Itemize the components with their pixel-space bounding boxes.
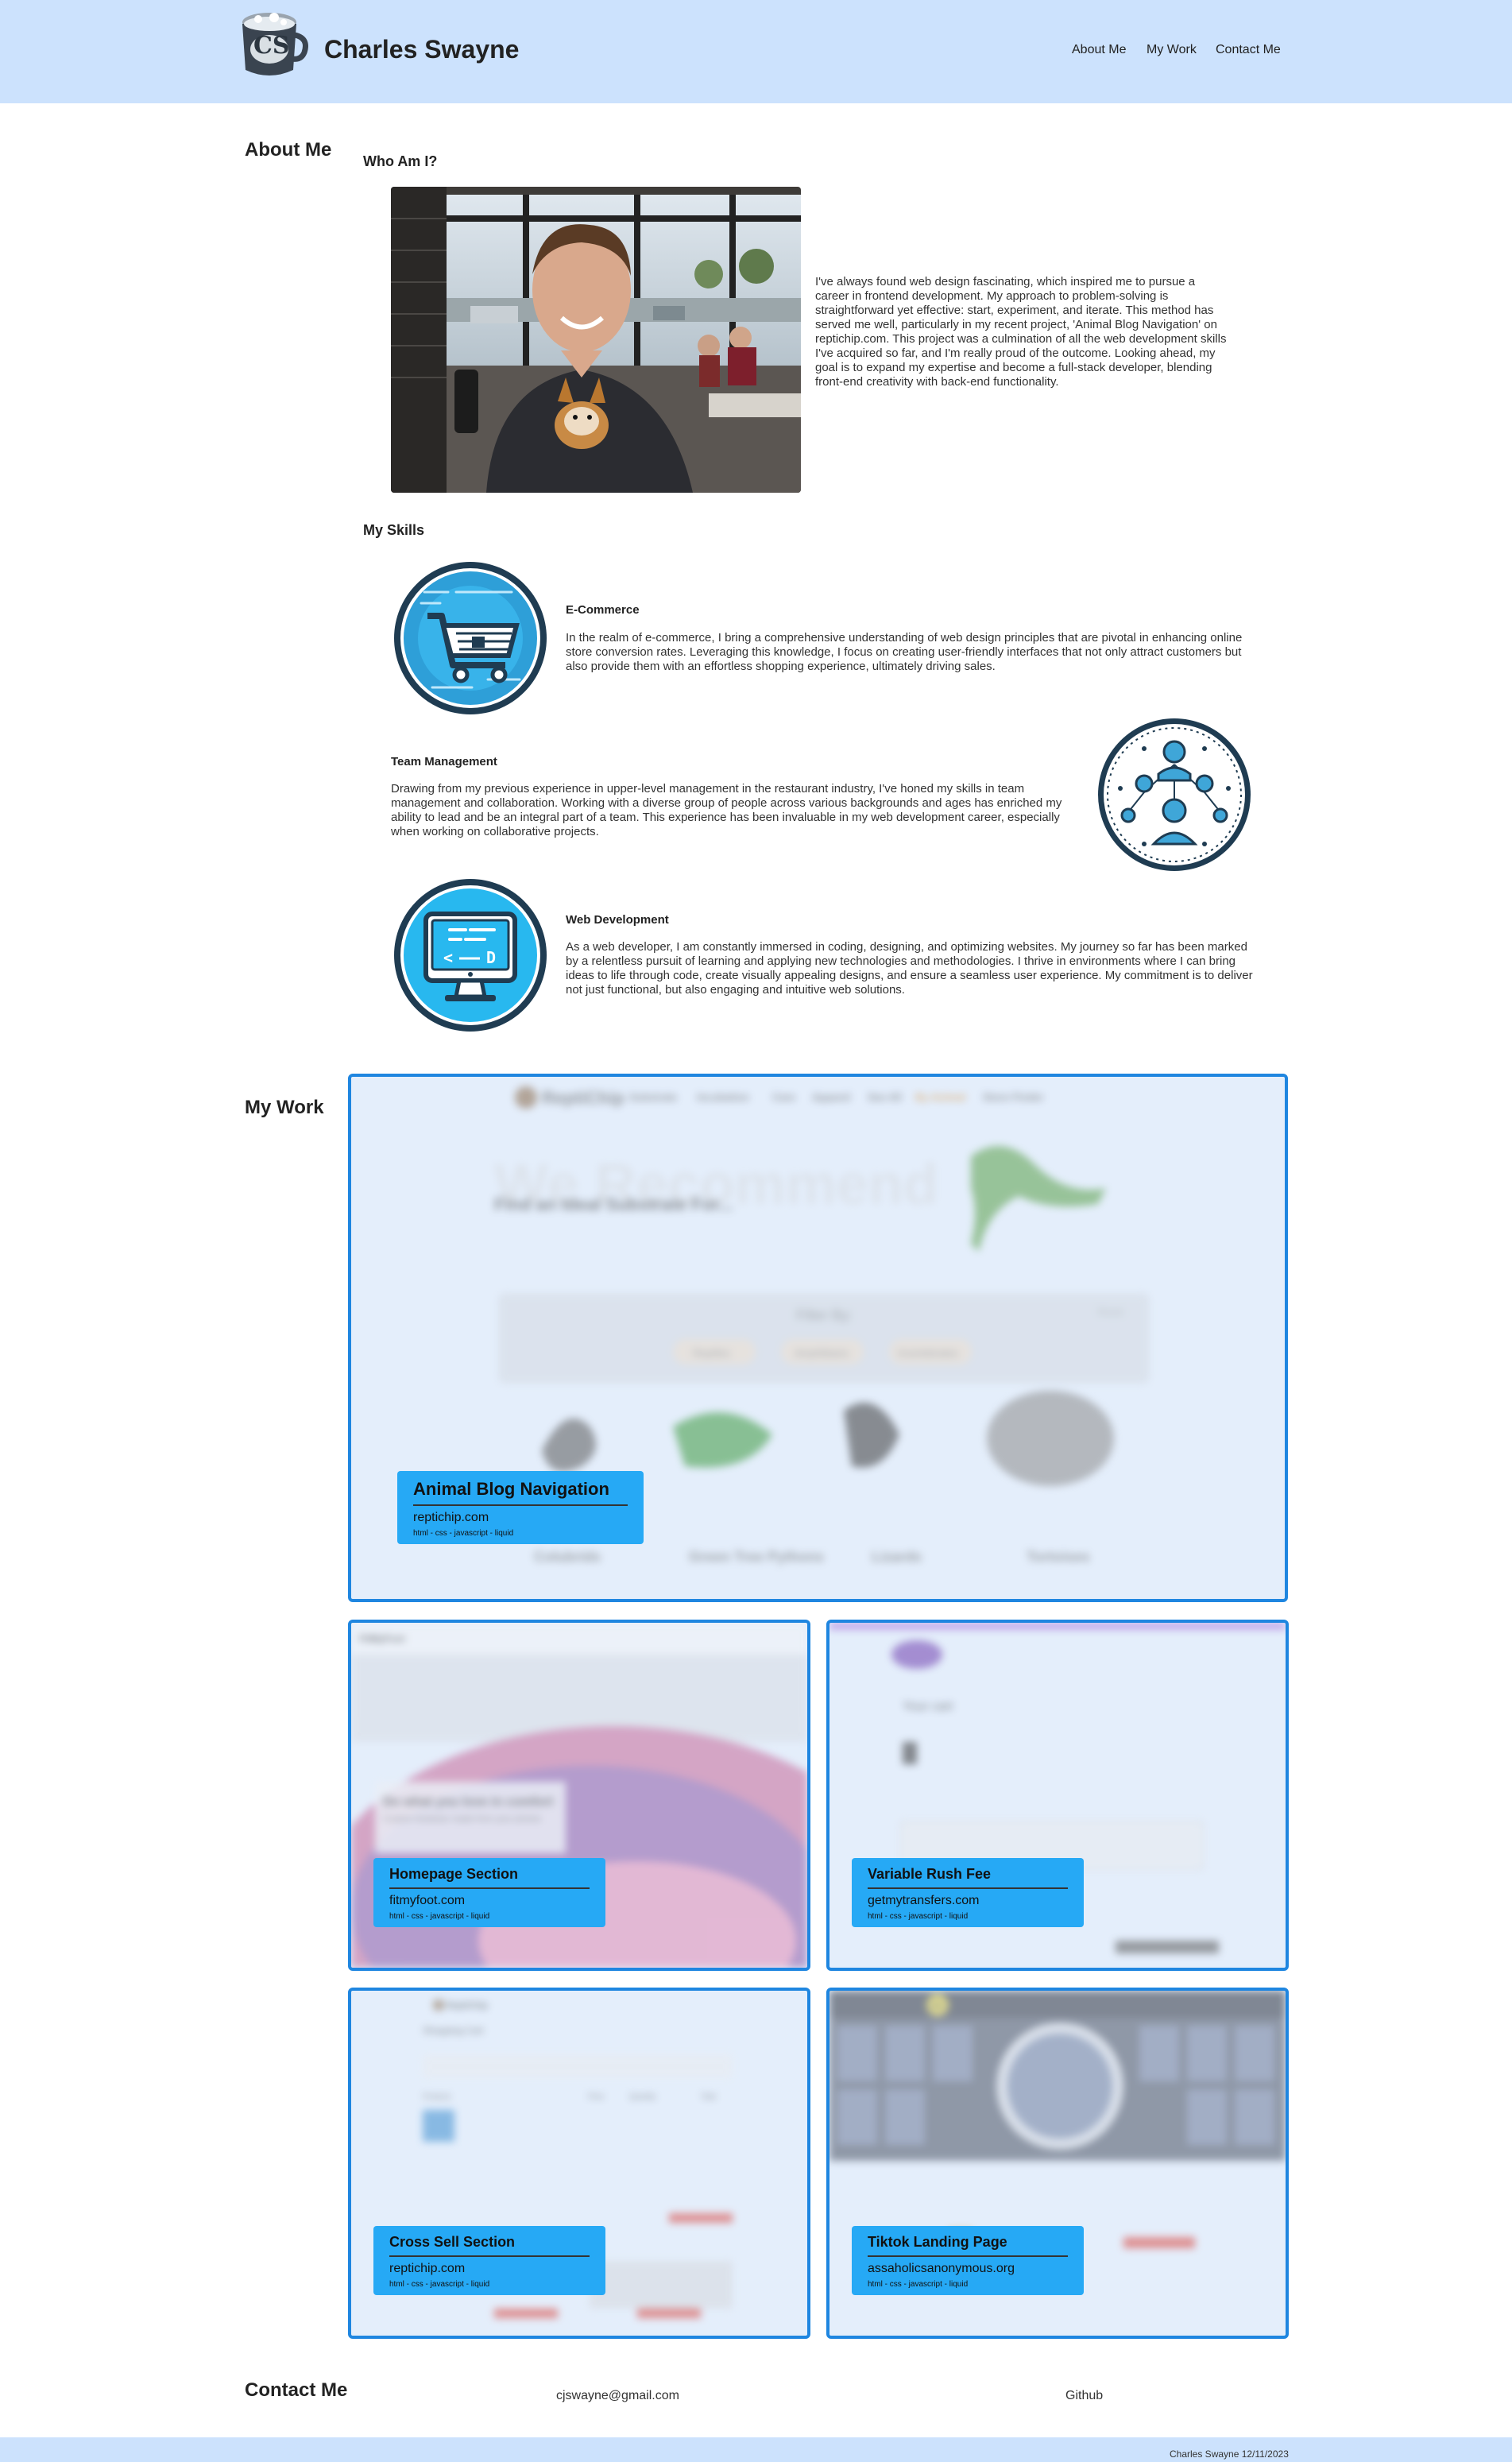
project-tech: html - css - javascript - liquid bbox=[389, 2280, 490, 2289]
skills-heading: My Skills bbox=[363, 522, 425, 538]
contact-heading: Contact Me bbox=[245, 2379, 348, 2401]
preview-filter-amphibians: Amphibians bbox=[795, 1347, 849, 1359]
project-label[interactable]: Cross Sell Section reptichip.com html - … bbox=[373, 2226, 605, 2295]
project-tech: html - css - javascript - liquid bbox=[868, 2280, 969, 2289]
preview-brand: AA bbox=[931, 2002, 942, 2011]
preview-animal-green-tree-pythons: Green Tree Pythons bbox=[689, 1549, 824, 1565]
project-card-tiktok-landing[interactable]: AA Tiktok Landing Page assaholicsanonymo… bbox=[826, 1988, 1289, 2339]
portrait-photo bbox=[391, 187, 801, 493]
preview-brand: ReptiChip bbox=[447, 2001, 488, 2011]
who-am-i-heading: Who Am I? bbox=[363, 153, 438, 169]
preview-filter-reptiles: Reptiles bbox=[693, 1347, 730, 1359]
preview-nav-by-animal: By Animal bbox=[915, 1091, 965, 1103]
project-card-homepage-section[interactable]: FitMyFoot Do what you love in comfort Cu… bbox=[348, 1620, 810, 1971]
about-heading: About Me bbox=[245, 139, 332, 161]
project-title: Cross Sell Section bbox=[389, 2234, 590, 2257]
project-label[interactable]: Tiktok Landing Page assaholicsanonymous.… bbox=[852, 2226, 1084, 2295]
preview-headline: Shopping Cart bbox=[423, 2025, 484, 2036]
site-footer: Charles Swayne 12/11/2023 bbox=[0, 2437, 1512, 2462]
preview-animal-lizards: Lizards bbox=[872, 1549, 922, 1565]
logo-icon[interactable]: CS bbox=[234, 6, 309, 81]
nav-about-me[interactable]: About Me bbox=[1072, 43, 1126, 57]
work-heading: My Work bbox=[245, 1097, 324, 1118]
preview-nav-see-all: See All bbox=[868, 1091, 902, 1103]
nav-contact-me[interactable]: Contact Me bbox=[1216, 43, 1281, 57]
preview-nav-apparel: Apparel bbox=[812, 1091, 850, 1103]
preview-headline: Find an Ideal Substrate For... bbox=[494, 1194, 733, 1214]
preview-nav-care: Care bbox=[772, 1091, 795, 1103]
project-title: Tiktok Landing Page bbox=[868, 2234, 1068, 2257]
preview-subheadline: Custom footwear made from your photos bbox=[383, 1814, 542, 1824]
project-site: getmytransfers.com bbox=[868, 1894, 980, 1907]
preview-animal-colubrids: Colubrids bbox=[534, 1549, 601, 1565]
site-title: Charles Swayne bbox=[324, 35, 520, 64]
skill-title-ecommerce: E-Commerce bbox=[566, 603, 640, 617]
project-site: reptichip.com bbox=[413, 1511, 489, 1524]
nav-my-work[interactable]: My Work bbox=[1147, 43, 1197, 57]
svg-text:D: D bbox=[486, 948, 496, 967]
project-label[interactable]: Variable Rush Fee getmytransfers.com htm… bbox=[852, 1858, 1084, 1927]
email-link[interactable]: cjswayne@gmail.com bbox=[556, 2389, 679, 2403]
project-label[interactable]: Animal Blog Navigation reptichip.com htm… bbox=[397, 1471, 644, 1544]
preview-col-products: Products bbox=[423, 2092, 451, 2100]
project-title: Animal Blog Navigation bbox=[413, 1479, 628, 1506]
logo-text: CS bbox=[253, 32, 290, 60]
project-title: Variable Rush Fee bbox=[868, 1866, 1068, 1889]
skill-title-team-management: Team Management bbox=[391, 755, 497, 768]
preview-col-total: Total bbox=[701, 2092, 716, 2100]
project-title: Homepage Section bbox=[389, 1866, 590, 1889]
project-card-animal-blog[interactable]: ReptiChip Substrate Incubation Care Appa… bbox=[348, 1074, 1288, 1602]
preview-headline: Your cart bbox=[903, 1700, 953, 1713]
preview-filter-title: Filter By: bbox=[796, 1307, 853, 1323]
project-tech: html - css - javascript - liquid bbox=[868, 1912, 969, 1921]
skill-text-web-development: As a web developer, I am constantly imme… bbox=[566, 940, 1253, 997]
project-site: reptichip.com bbox=[389, 2262, 466, 2275]
team-network-icon bbox=[1096, 717, 1252, 873]
site-header: CS Charles Swayne About Me My Work Conta… bbox=[0, 0, 1512, 103]
preview-headline: Do what you love in comfort bbox=[383, 1795, 554, 1809]
footer-text: Charles Swayne 12/11/2023 bbox=[1170, 2448, 1289, 2460]
project-label[interactable]: Homepage Section fitmyfoot.com html - cs… bbox=[373, 1858, 605, 1927]
github-link[interactable]: Github bbox=[1065, 2389, 1103, 2403]
project-site: fitmyfoot.com bbox=[389, 1894, 466, 1907]
preview-filter-invertebrates: Invertebrates bbox=[898, 1347, 958, 1359]
preview-filter-reset: Reset bbox=[1098, 1306, 1123, 1318]
skill-text-ecommerce: In the realm of e-commerce, I bring a co… bbox=[566, 631, 1243, 673]
preview-brand: FitMyFoot bbox=[359, 1633, 404, 1644]
preview-nav-substrate: Substrate bbox=[629, 1091, 677, 1103]
project-card-variable-rush-fee[interactable]: Your cart Variable Rush Fee getmytransfe… bbox=[826, 1620, 1289, 1971]
project-site: assaholicsanonymous.org bbox=[868, 2262, 1015, 2275]
preview-animal-tortoises: Tortoises bbox=[1027, 1549, 1090, 1565]
svg-text:<: < bbox=[443, 948, 453, 967]
shopping-cart-icon bbox=[393, 560, 548, 716]
project-tech: html - css - javascript - liquid bbox=[389, 1912, 490, 1921]
about-bio: I've always found web design fascinating… bbox=[815, 275, 1227, 389]
preview-nav-store-finder: Store Finder bbox=[983, 1091, 1044, 1103]
skill-text-team-management: Drawing from my previous experience in u… bbox=[391, 782, 1062, 838]
project-card-cross-sell[interactable]: ReptiChip Shopping Cart Products Price Q… bbox=[348, 1988, 810, 2339]
preview-col-quantity: Quantity bbox=[629, 2092, 656, 2100]
preview-col-price: Price bbox=[588, 2092, 605, 2100]
preview-brand: ReptiChip bbox=[542, 1088, 625, 1108]
skill-title-web-development: Web Development bbox=[566, 913, 669, 927]
preview-nav-incubation: Incubation bbox=[697, 1091, 749, 1103]
project-tech: html - css - javascript - liquid bbox=[413, 1529, 514, 1538]
monitor-code-icon: < D bbox=[393, 877, 548, 1033]
